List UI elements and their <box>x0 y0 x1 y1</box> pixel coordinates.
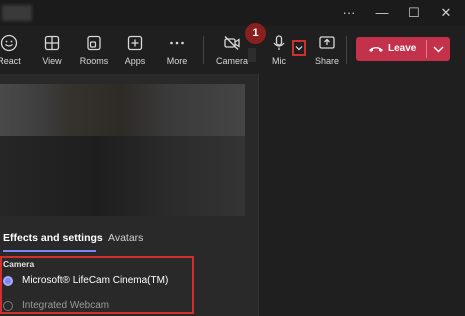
leave-label: Leave <box>388 43 417 54</box>
avatar <box>2 5 32 21</box>
tab-avatars[interactable]: Avatars <box>108 232 143 244</box>
camera-option-radio-integrated[interactable] <box>3 301 13 311</box>
minimize-icon[interactable]: — <box>371 4 393 22</box>
camera-option-radio-lifecam[interactable] <box>3 276 13 286</box>
react-label: React <box>0 56 21 66</box>
toolbar-divider <box>346 36 347 64</box>
mic-options-dropdown[interactable] <box>292 40 306 56</box>
meeting-stage <box>258 74 465 316</box>
add-app-icon <box>127 35 143 51</box>
share-screen-icon <box>319 36 335 49</box>
ellipsis-icon <box>170 41 184 45</box>
camera-options-caret[interactable] <box>248 48 256 62</box>
more-icon[interactable]: ··· <box>338 4 360 22</box>
view-button[interactable]: View <box>37 26 67 74</box>
camera-preview <box>0 84 245 216</box>
rooms-label: Rooms <box>79 56 109 66</box>
apps-button[interactable]: Apps <box>120 26 150 74</box>
leave-button-group: Leave <box>356 37 450 61</box>
step-marker: 1 <box>245 23 266 44</box>
maximize-icon[interactable]: ☐ <box>403 4 425 22</box>
leave-options-button[interactable] <box>427 37 450 61</box>
hang-up-icon <box>369 47 383 52</box>
camera-option-label-integrated[interactable]: Integrated Webcam <box>22 300 109 311</box>
share-label: Share <box>314 56 340 66</box>
chevron-down-icon <box>433 46 444 53</box>
react-button[interactable]: React <box>0 26 26 74</box>
view-label: View <box>42 56 62 66</box>
rooms-button[interactable]: Rooms <box>78 26 110 74</box>
rooms-icon <box>87 35 101 51</box>
camera-section-label: Camera <box>3 259 35 269</box>
grid-icon <box>44 35 60 51</box>
camera-off-icon <box>224 36 240 50</box>
mic-button[interactable]: Mic <box>266 26 292 74</box>
leave-button[interactable]: Leave <box>356 37 426 61</box>
camera-option-label-lifecam[interactable]: Microsoft® LifeCam Cinema(TM) <box>22 275 168 286</box>
toolbar-divider <box>203 36 204 64</box>
tab-effects-and-settings[interactable]: Effects and settings <box>3 232 103 244</box>
title-bar: ··· — ☐ ✕ <box>0 0 465 26</box>
close-icon[interactable]: ✕ <box>435 4 457 22</box>
share-button[interactable]: Share <box>313 26 341 74</box>
active-tab-indicator <box>3 250 96 252</box>
smiley-icon <box>0 34 18 52</box>
settings-tabs: Effects and settings Avatars <box>0 230 258 252</box>
mic-label: Mic <box>272 56 286 66</box>
apps-label: Apps <box>124 56 146 66</box>
chevron-down-icon <box>295 46 303 51</box>
camera-label: Camera <box>215 56 248 66</box>
more-button[interactable]: More <box>162 26 192 74</box>
more-label: More <box>166 56 188 66</box>
microphone-icon <box>273 35 285 50</box>
